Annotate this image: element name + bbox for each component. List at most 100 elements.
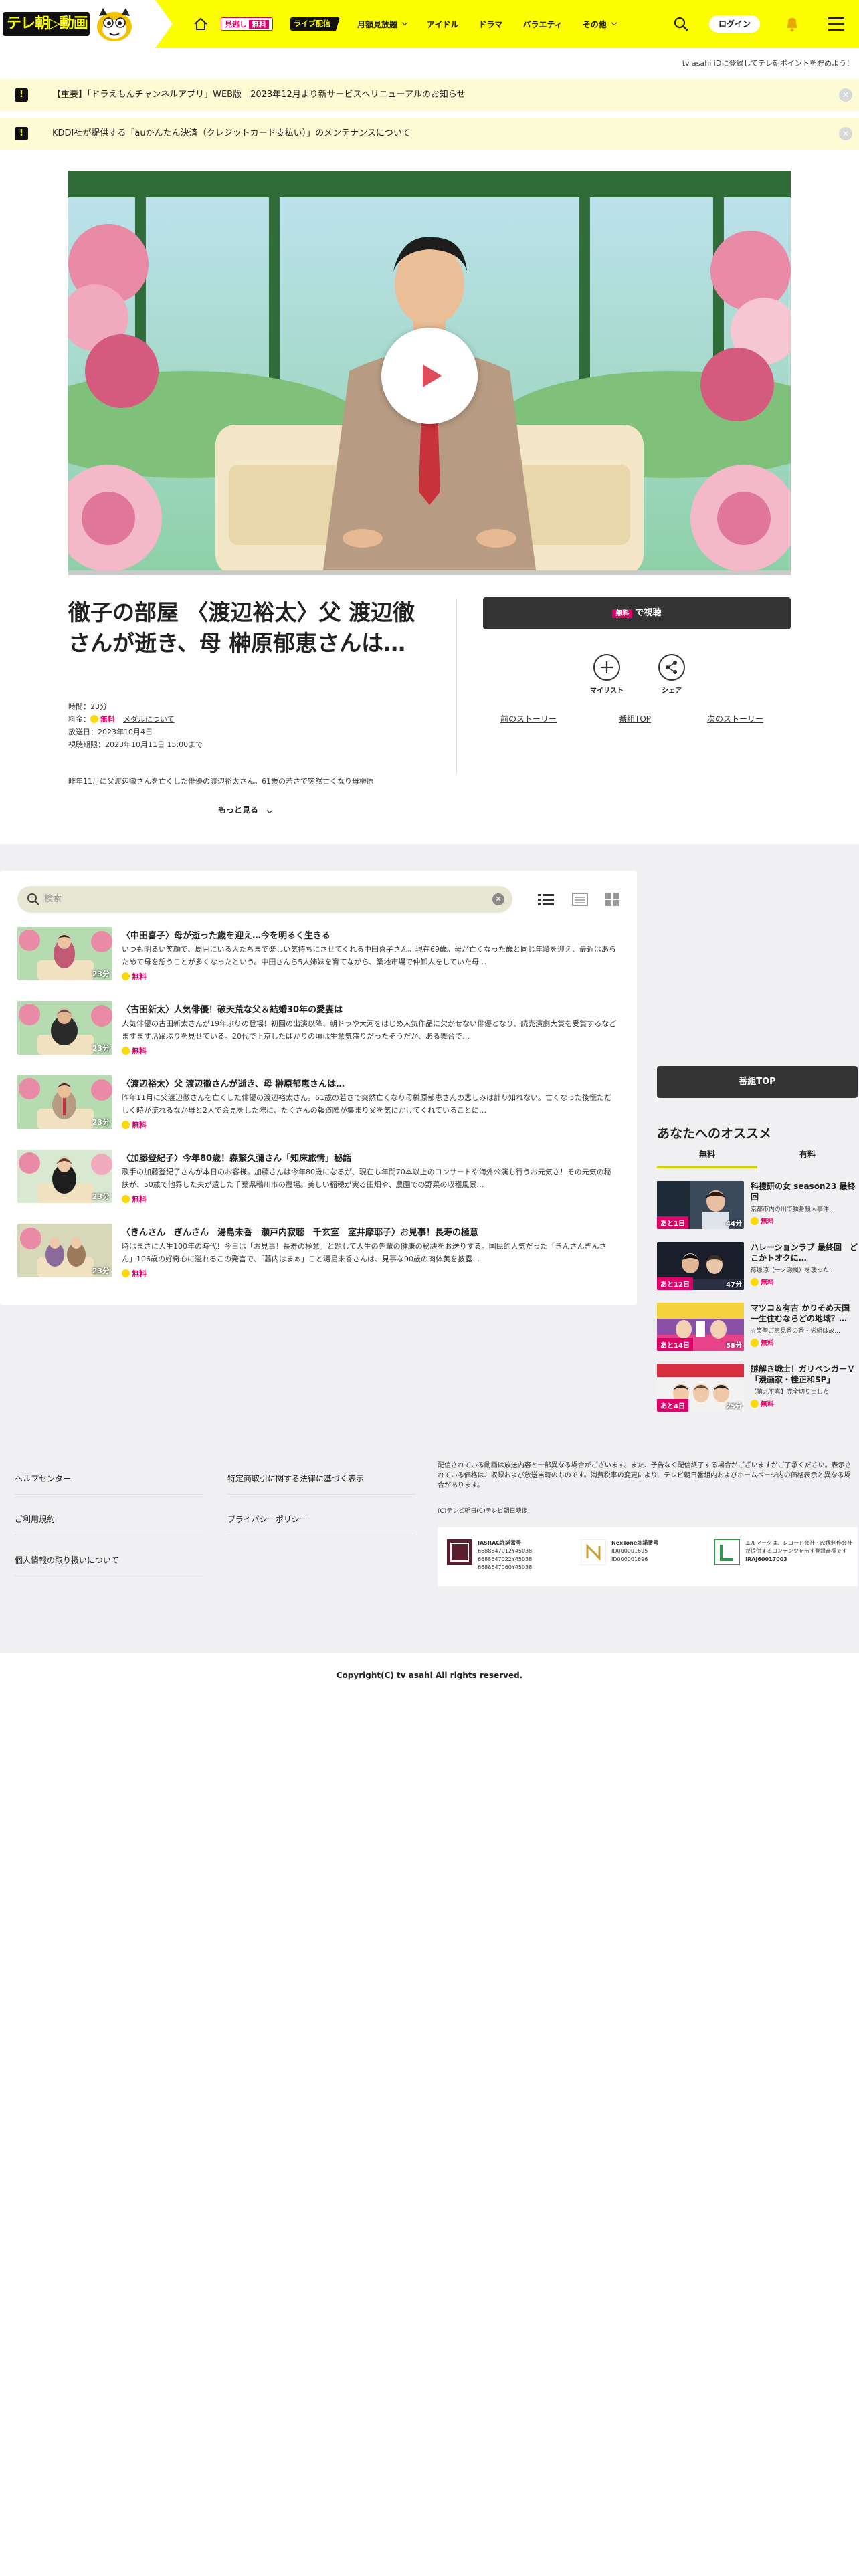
watch-label: で視聴 — [635, 608, 662, 618]
free-badge: 無料 — [122, 1268, 147, 1279]
more-button[interactable]: もっと見る — [218, 804, 273, 815]
notice-bar[interactable]: ! KDDI社が提供する「auかんたん決済（クレジットカード支払い）」のメンテナ… — [0, 118, 859, 150]
license-box: JASRAC許諾番号 6688647012Y45038 6688647022Y4… — [438, 1527, 858, 1586]
promo-text[interactable]: tv asahi iDに登録してテレ朝ポイントを貯めよう！ — [682, 58, 854, 68]
episode-duration: 23分 — [92, 1044, 110, 1053]
episode-price: 料金： 無料 メダルについて — [68, 713, 203, 726]
days-left-badge: あと12日 — [657, 1277, 693, 1290]
free-badge: 無料 — [751, 1277, 774, 1287]
episode-title[interactable]: 〈古田新太〉人気俳優！破天荒な父＆結婚30年の愛妻は — [122, 1002, 343, 1015]
episode-duration: 23分 — [92, 1267, 110, 1275]
grid-view-icon[interactable] — [605, 892, 621, 907]
footer-link-privacy-policy[interactable]: プライバシーポリシー — [227, 1513, 308, 1525]
nav-other[interactable]: その他 — [583, 19, 617, 30]
recommend-subtitle: ☆笑聖ご意見番の番・労組は故… — [751, 1328, 841, 1335]
recommend-title[interactable]: マツコ＆有吉 かりそめ天国 一生住むならどの地域？… — [751, 1303, 858, 1324]
nav-drama[interactable]: ドラマ — [478, 19, 502, 30]
recommend-item[interactable]: あと1日 44分 科捜研の女 season23 最終回 京都市内の川で独身殺人事… — [657, 1181, 858, 1235]
close-icon[interactable]: ✕ — [839, 88, 852, 102]
nav-idol[interactable]: アイドル — [427, 19, 458, 30]
watch-button[interactable]: 無料 で視聴 — [483, 597, 791, 629]
days-left-badge: あと4日 — [657, 1399, 688, 1412]
nav-minogashi[interactable]: 見逃し 無料 — [221, 17, 273, 31]
recommend-thumbnail[interactable]: あと12日 47分 — [657, 1242, 744, 1290]
episode-title[interactable]: 〈きんさん ぎんさん 湯島未香 瀬戸内寂聴 千玄室 室井摩耶子〉お見事！長寿の極… — [122, 1225, 478, 1238]
close-icon[interactable]: ✕ — [839, 127, 852, 140]
share-button[interactable]: シェア — [652, 654, 692, 695]
medal-link[interactable]: メダルについて — [123, 715, 175, 724]
recommend-duration: 25分 — [726, 1403, 742, 1410]
program-top-button[interactable]: 番組TOP — [657, 1066, 858, 1098]
notice-text[interactable]: KDDI社が提供する「auかんたん決済（クレジットカード支払い）」のメンテナンス… — [52, 118, 410, 150]
recommend-duration: 58分 — [726, 1342, 742, 1350]
mylist-button[interactable]: マイリスト — [587, 654, 627, 695]
episode-row[interactable]: 23分 〈きんさん ぎんさん 湯島未香 瀬戸内寂聴 千玄室 室井摩耶子〉お見事！… — [17, 1224, 619, 1284]
program-top-link[interactable]: 番組TOP — [619, 713, 651, 724]
episode-row[interactable]: 23分 〈中田喜子〉母が逝った歳を迎え…今を明るく生きる いつも明るい笑顔で、周… — [17, 927, 619, 987]
clear-icon[interactable]: ✕ — [492, 893, 504, 905]
main-nav: 見逃し 無料 ライブ配信 月額見放題 アイドル ドラマ バラエティ その他 — [181, 0, 636, 48]
tab-paid[interactable]: 有料 — [757, 1146, 858, 1162]
share-icon — [658, 654, 685, 681]
recommend-duration: 44分 — [726, 1220, 742, 1228]
episode-thumbnail[interactable]: 23分 — [17, 1075, 112, 1129]
recommend-thumbnail[interactable]: あと4日 25分 — [657, 1364, 744, 1412]
footer-link-terms[interactable]: ご利用規約 — [15, 1513, 55, 1525]
episode-thumbnail[interactable]: 23分 — [17, 927, 112, 980]
recommend-item[interactable]: あと4日 25分 謎解き戦士！ガリベンガーＶ 「漫画家・桂正和SP」 【第九平真… — [657, 1364, 858, 1417]
recommend-thumbnail[interactable]: あと1日 44分 — [657, 1181, 744, 1229]
chevron-down-icon — [611, 19, 617, 26]
prev-story-link[interactable]: 前のストーリー — [500, 713, 557, 724]
episode-thumbnail[interactable]: 23分 — [17, 1150, 112, 1203]
recommend-item[interactable]: あと12日 47分 ハレーションラブ 最終回 どこかトオクに… 篠原涼（一ノ瀬颯… — [657, 1242, 858, 1295]
episode-title: 徹子の部屋 〈渡辺裕太〉父 渡辺徹さんが逝き、母 榊原郁恵さんは… — [68, 599, 415, 656]
recommend-title[interactable]: ハレーションラブ 最終回 どこかトオクに… — [751, 1242, 858, 1263]
episode-row[interactable]: 23分 〈古田新太〉人気俳優！破天荒な父＆結婚30年の愛妻は 人気俳優の古田新太… — [17, 1001, 619, 1061]
episode-title[interactable]: 〈渡辺裕太〉父 渡辺徹さんが逝き、母 榊原郁恵さんは… — [122, 1077, 345, 1089]
tab-free[interactable]: 無料 — [657, 1146, 757, 1162]
footer-link-help[interactable]: ヘルプセンター — [15, 1473, 71, 1484]
nav-minogashi-label: 見逃し — [225, 20, 247, 29]
plus-icon — [593, 654, 620, 681]
login-button[interactable]: ログイン — [709, 15, 760, 33]
recommend-title[interactable]: 科捜研の女 season23 最終回 — [751, 1181, 858, 1202]
video-player[interactable] — [68, 171, 791, 575]
price-label: 料金： — [68, 715, 90, 724]
footer-link-tokushoho[interactable]: 特定商取引に関する法律に基づく表示 — [227, 1473, 364, 1484]
episode-row[interactable]: 23分 〈渡辺裕太〉父 渡辺徹さんが逝き、母 榊原郁恵さんは… 昨年11月に父渡… — [17, 1075, 619, 1136]
mylist-label: マイリスト — [590, 687, 624, 695]
notice-text[interactable]: 【重要】「ドラえもんチャンネルアプリ」WEB版 2023年12月より新サービスへ… — [52, 79, 466, 111]
nav-monthly[interactable]: 月額見放題 — [357, 19, 408, 30]
site-logo[interactable]: テレ朝▷動画 — [3, 12, 90, 36]
logo-area[interactable]: テレ朝▷動画 — [0, 0, 174, 48]
bell-icon[interactable] — [783, 15, 801, 33]
recommend-title[interactable]: 謎解き戦士！ガリベンガーＶ 「漫画家・桂正和SP」 — [751, 1364, 858, 1385]
hamburger-menu-icon[interactable] — [828, 17, 844, 31]
footer-link-privacy-handling[interactable]: 個人情報の取り扱いについて — [15, 1554, 119, 1566]
nav-variety[interactable]: バラエティ — [522, 19, 562, 30]
free-coin-icon — [122, 1269, 130, 1277]
episode-title[interactable]: 〈中田喜子〉母が逝った歳を迎え…今を明るく生きる — [122, 928, 330, 941]
license-code: ID000001695 — [611, 1548, 648, 1554]
recommend-thumbnail[interactable]: あと14日 58分 — [657, 1303, 744, 1351]
play-button[interactable] — [381, 328, 478, 424]
episode-search[interactable]: 検索 ✕ — [17, 886, 512, 913]
detail-view-icon[interactable] — [572, 892, 588, 907]
episode-thumbnail[interactable]: 23分 — [17, 1224, 112, 1277]
site-header: テレ朝▷動画 見逃し 無料 ライブ配信 月額見放題 アイドル ドラマ バラエティ … — [0, 0, 859, 48]
nav-live[interactable]: ライブ配信 — [290, 17, 340, 31]
episode-row[interactable]: 23分 〈加藤登紀子〉今年80歳！森繁久彌さん「知床旅情」秘話 歌手の加藤登紀子… — [17, 1150, 619, 1210]
divider — [15, 1494, 203, 1495]
recommend-item[interactable]: あと14日 58分 マツコ＆有吉 かりそめ天国 一生住むならどの地域？… ☆笑聖… — [657, 1303, 858, 1356]
next-story-link[interactable]: 次のストーリー — [707, 713, 763, 724]
free-badge: 無料 — [751, 1337, 774, 1348]
list-view-icon[interactable] — [538, 892, 554, 907]
jasrac-logo-icon — [447, 1539, 472, 1565]
free-label: 無料 — [761, 1340, 774, 1348]
episode-thumbnail[interactable]: 23分 — [17, 1001, 112, 1055]
search-icon[interactable] — [673, 16, 689, 32]
notice-bar[interactable]: ! 【重要】「ドラえもんチャンネルアプリ」WEB版 2023年12月より新サービ… — [0, 79, 859, 111]
home-button[interactable] — [181, 0, 221, 48]
episode-title[interactable]: 〈加藤登紀子〉今年80歳！森繁久彌さん「知床旅情」秘話 — [122, 1151, 351, 1164]
free-badge: 無料 — [751, 1398, 774, 1408]
